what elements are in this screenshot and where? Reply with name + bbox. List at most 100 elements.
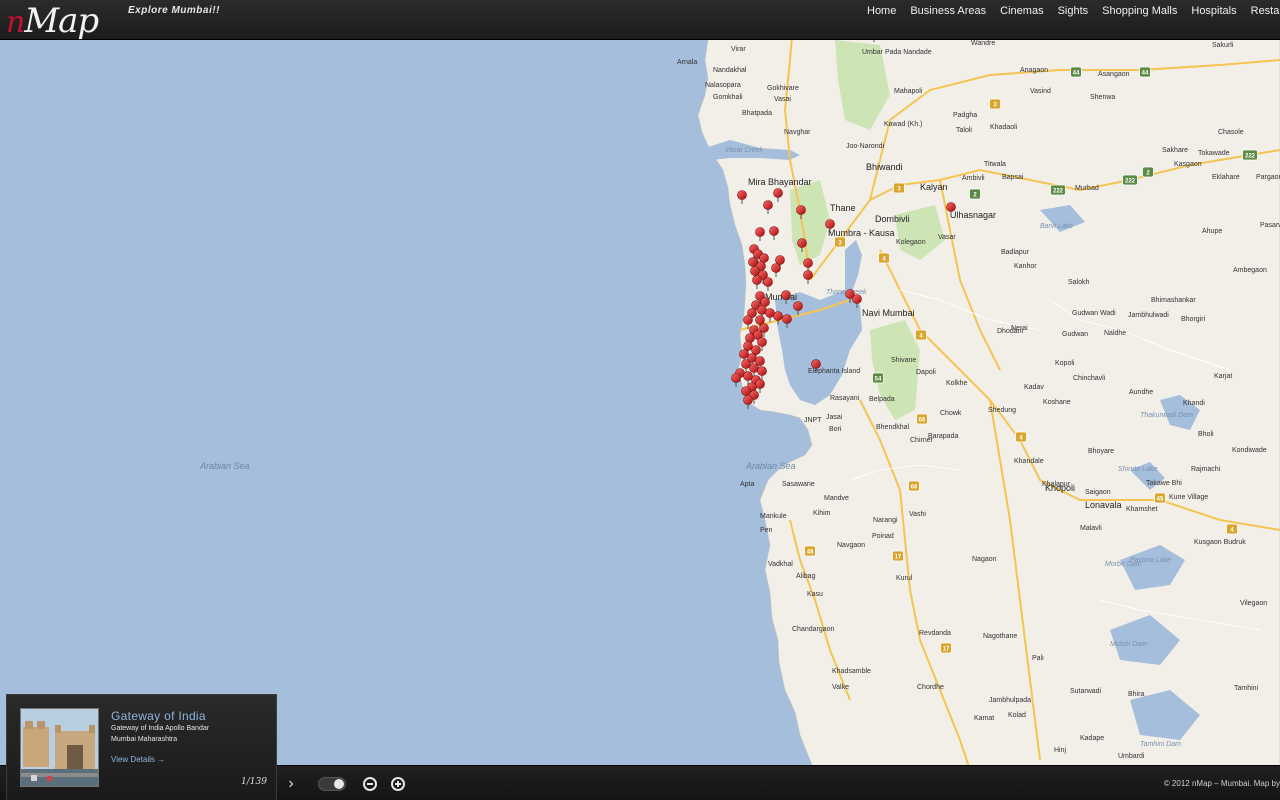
nav-hospitals[interactable]: Hospitals: [1184, 0, 1243, 24]
city-label: Bhiwandi: [866, 162, 903, 172]
place-label: Nandakhal: [713, 67, 747, 74]
top-bar: nMap Explore Mumbai!! Home Business Area…: [0, 0, 1280, 40]
place-label: Pali: [1032, 655, 1044, 662]
place-label: Ambegaon: [1233, 267, 1267, 274]
main-nav: Home Business Areas Cinemas Sights Shopp…: [860, 0, 1280, 24]
nav-cinemas[interactable]: Cinemas: [993, 0, 1050, 24]
place-label: Chasole: [1218, 129, 1244, 136]
place-label: Jambhulpada: [989, 697, 1031, 704]
place-label: Padgha: [953, 112, 977, 119]
sea-label: Arabian Sea: [745, 461, 796, 471]
water-label: Shirota Lake: [1118, 466, 1157, 473]
place-label: Bori: [829, 426, 842, 433]
highway-shield: 3: [834, 236, 846, 248]
svg-text:17: 17: [895, 555, 902, 561]
place-label: Navgaon: [837, 542, 865, 549]
nav-home[interactable]: Home: [860, 0, 903, 24]
place-label: Mahapoli: [894, 88, 923, 95]
place-label: Joo-Narondi: [846, 143, 885, 150]
place-label: Asangaon: [1098, 71, 1130, 78]
place-label: Kolegaon: [896, 239, 926, 246]
map-style-toggle[interactable]: [318, 777, 346, 791]
place-label: Valke: [832, 684, 849, 691]
highway-shield: 17: [892, 550, 904, 562]
place-label: Revdanda: [919, 630, 951, 637]
nav-sights[interactable]: Sights: [1051, 0, 1096, 24]
place-label: Poinad: [872, 533, 894, 540]
copyright-text: © 2012 nMap – Mumbai. Map by: [1163, 779, 1280, 788]
place-label: Sutarwadi: [1070, 688, 1102, 695]
city-label: Thane: [830, 203, 856, 213]
highway-shield: 4: [878, 252, 890, 264]
place-label: Kurul: [896, 575, 913, 582]
map-canvas[interactable]: Arabian Sea Arabian Sea Vasai Creek Than…: [0, 0, 1280, 800]
place-label: Dhodani: [997, 328, 1024, 335]
place-label: Chordhe: [917, 684, 944, 691]
place-label: Bhendkhal: [876, 424, 910, 431]
svg-text:48: 48: [807, 550, 814, 556]
city-label: Kalyan: [920, 182, 948, 192]
place-label: Gudwan Wadi: [1072, 310, 1116, 317]
place-label: Vasai: [774, 96, 791, 103]
highway-shield: 4: [1015, 431, 1027, 443]
map-svg[interactable]: Arabian Sea Arabian Sea Vasai Creek Than…: [0, 0, 1280, 800]
city-label: Lonavala: [1085, 500, 1122, 510]
place-label: Chandargaon: [792, 626, 835, 633]
next-place-button[interactable]: ›: [278, 766, 304, 800]
city-label: Navi Mumbai: [862, 308, 915, 318]
highway-shield: 2: [969, 188, 981, 200]
place-label: Hinj: [1054, 747, 1067, 754]
svg-text:54: 54: [875, 377, 882, 383]
highway-shield: 222: [1122, 174, 1138, 186]
place-label: Dapoli: [916, 369, 936, 376]
place-label: Nalasopara: [705, 82, 741, 89]
place-label: Ahupe: [1202, 228, 1222, 235]
place-label: Kusgaon Budruk: [1194, 539, 1246, 546]
place-label: Khalapur: [1042, 481, 1071, 488]
highway-shield: 222: [1050, 184, 1066, 196]
place-label: Mankule: [760, 513, 787, 520]
place-label: Jasai: [826, 414, 843, 421]
zoom-in-button[interactable]: [391, 777, 405, 791]
svg-text:44: 44: [1142, 71, 1149, 77]
view-details-link[interactable]: View Details →: [111, 755, 165, 764]
place-label: Kopoli: [1055, 360, 1075, 367]
place-label: Kadav: [1024, 384, 1044, 391]
place-label: Bhatpada: [742, 110, 772, 117]
nav-restaurants[interactable]: Restau: [1244, 0, 1280, 24]
place-label: Vashi: [909, 511, 926, 518]
highway-shield: 3: [989, 98, 1001, 110]
place-label: Barapada: [928, 433, 958, 440]
place-label: Gomkhali: [713, 94, 743, 101]
svg-text:17: 17: [943, 647, 950, 653]
highway-shield: 4: [1226, 523, 1238, 535]
place-label: Kamat: [974, 715, 994, 722]
minus-icon: [367, 783, 373, 785]
place-label: Navghar: [784, 129, 811, 136]
logo[interactable]: nMap: [6, 2, 99, 40]
place-label: Bhoyare: [1088, 448, 1114, 455]
place-label: Sakurli: [1212, 42, 1234, 49]
nav-business-areas[interactable]: Business Areas: [903, 0, 993, 24]
place-label: Pen: [760, 527, 773, 534]
place-thumbnail[interactable]: [20, 708, 99, 787]
place-label: Arnala: [677, 59, 697, 66]
highway-shield: 45: [1154, 492, 1166, 504]
city-label: Ulhasnagar: [950, 210, 996, 220]
nav-shopping-malls[interactable]: Shopping Malls: [1095, 0, 1184, 24]
water-label: Barvi Lake: [1040, 223, 1073, 230]
gateway-image: [21, 709, 98, 786]
place-label: Saigaon: [1085, 489, 1111, 496]
app-root: Arabian Sea Arabian Sea Vasai Creek Than…: [0, 0, 1280, 800]
place-label: Umbar Pada Nandade: [862, 49, 932, 56]
place-label: Naldhe: [1104, 330, 1126, 337]
zoom-out-button[interactable]: [363, 777, 377, 791]
city-label: Mumbra - Kausa: [828, 228, 895, 238]
place-label: Takawe Bhi: [1146, 480, 1182, 487]
city-label: Mumbai: [765, 292, 797, 302]
highway-shield: 48: [804, 545, 816, 557]
place-label: Pasarwadi: [1260, 222, 1280, 229]
place-label: Bapsai: [1002, 174, 1024, 181]
place-label: Badlapur: [1001, 249, 1030, 256]
svg-text:66: 66: [911, 485, 918, 491]
